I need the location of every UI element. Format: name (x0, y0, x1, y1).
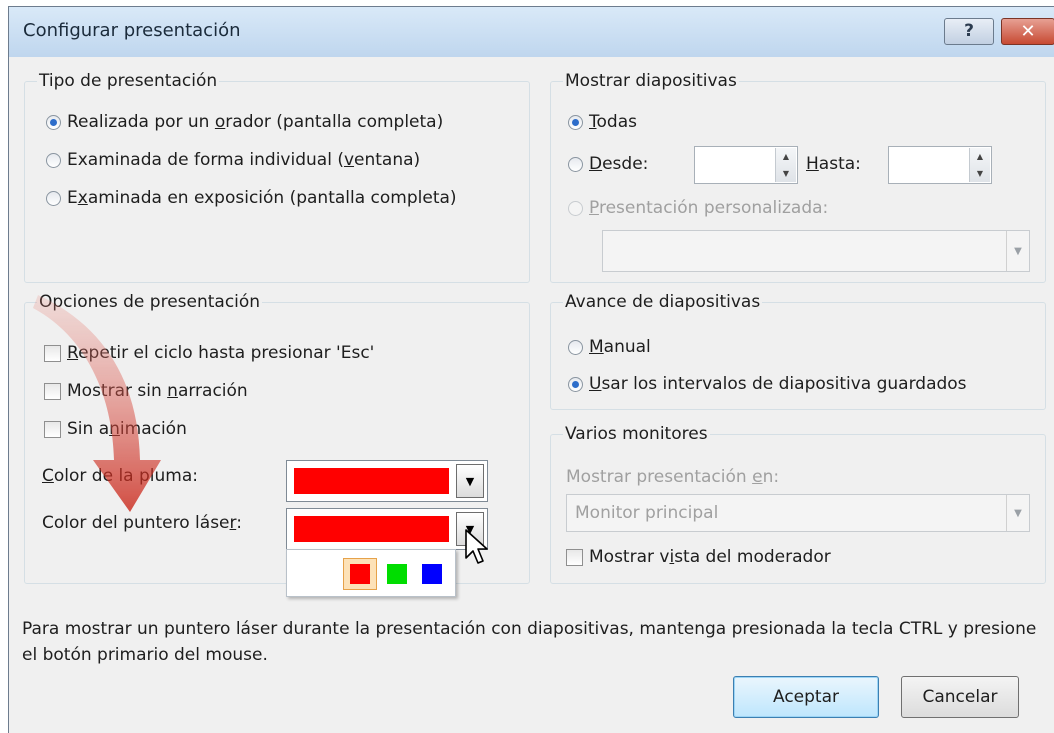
radio-todas[interactable]: Todas (568, 111, 637, 133)
ok-button-label: Aceptar (773, 687, 839, 707)
radio-examinada-individual-button[interactable] (46, 152, 61, 168)
pen-color-swatch (294, 468, 449, 494)
radio-desde[interactable]: Desde: (568, 153, 648, 175)
check-sin-narracion-box[interactable] (44, 382, 61, 400)
check-mostrar-vista-moderador-box[interactable] (566, 548, 583, 566)
pen-color-label: Color de la pluma: (42, 466, 198, 486)
radio-desde-label: Desde: (589, 154, 649, 174)
laser-pointer-info-text: Para mostrar un puntero láser durante la… (22, 619, 1037, 665)
mostrar-diapositivas-legend: Mostrar diapositivas (563, 71, 739, 91)
monitor-dropdown-value: Monitor principal (575, 503, 719, 523)
help-icon: ? (964, 21, 974, 41)
desde-spin-buttons[interactable]: ▲ ▼ (775, 148, 796, 182)
chevron-down-icon[interactable]: ▼ (1006, 495, 1029, 531)
help-button[interactable]: ? (944, 18, 994, 45)
radio-manual-button[interactable] (568, 339, 583, 355)
radio-examinada-exposicion-button[interactable] (46, 190, 61, 206)
desde-spinner[interactable]: ▲ ▼ (694, 146, 798, 184)
spin-down-icon[interactable]: ▼ (977, 169, 983, 178)
ok-button[interactable]: Aceptar (733, 676, 879, 718)
radio-todas-label: Todas (589, 112, 637, 132)
close-button[interactable]: ✕ (1001, 18, 1054, 45)
dialog-title: Configurar presentación (23, 20, 241, 41)
radio-realizada-orador-label: Realizada por un orador (pantalla comple… (67, 112, 444, 132)
hasta-label: Hasta: (806, 154, 861, 174)
tipo-presentacion-legend: Tipo de presentación (37, 71, 220, 91)
radio-examinada-exposicion[interactable]: Examinada en exposición (pantalla comple… (46, 187, 457, 209)
radio-realizada-orador-button[interactable] (46, 114, 61, 130)
cancel-button-label: Cancelar (922, 687, 998, 707)
radio-examinada-individual-label: Examinada de forma individual (ventana) (67, 150, 421, 170)
spin-down-icon[interactable]: ▼ (783, 169, 789, 178)
close-icon: ✕ (1020, 21, 1036, 42)
radio-usar-intervalos-button[interactable] (568, 376, 583, 392)
radio-manual[interactable]: Manual (568, 336, 651, 358)
radio-usar-intervalos-label: Usar los intervalos de diapositiva guard… (589, 374, 967, 394)
check-repetir-ciclo-box[interactable] (44, 344, 61, 362)
check-sin-narracion-label: Mostrar sin narración (67, 381, 248, 401)
chevron-down-icon[interactable]: ▼ (456, 512, 484, 546)
mostrar-presentacion-en-label: Mostrar presentación en: (566, 467, 780, 487)
laser-color-picker[interactable]: ▼ (286, 508, 488, 550)
check-sin-animacion-label: Sin animación (67, 419, 187, 439)
laser-color-label: Color del puntero láser: (42, 513, 242, 533)
laser-color-swatch (294, 516, 449, 542)
check-repetir-ciclo[interactable]: Repetir el ciclo hasta presionar 'Esc' (44, 342, 374, 364)
spin-up-icon[interactable]: ▲ (977, 152, 983, 161)
opciones-presentacion-legend: Opciones de presentación (37, 292, 263, 312)
monitor-dropdown[interactable]: Monitor principal ▼ (566, 494, 1030, 532)
radio-presentacion-personalizada-button[interactable] (568, 200, 583, 216)
spin-up-icon[interactable]: ▲ (783, 152, 789, 161)
radio-manual-label: Manual (589, 337, 651, 357)
pen-color-picker[interactable]: ▼ (286, 460, 488, 502)
chevron-down-icon[interactable]: ▼ (456, 464, 484, 498)
check-mostrar-vista-moderador-label: Mostrar vista del moderador (589, 547, 831, 567)
check-mostrar-vista-moderador[interactable]: Mostrar vista del moderador (566, 546, 831, 568)
radio-presentacion-personalizada[interactable]: Presentación personalizada: (568, 197, 828, 219)
radio-examinada-exposicion-label: Examinada en exposición (pantalla comple… (67, 188, 457, 208)
radio-todas-button[interactable] (568, 114, 583, 130)
check-repetir-ciclo-label: Repetir el ciclo hasta presionar 'Esc' (67, 343, 375, 363)
check-sin-animacion[interactable]: Sin animación (44, 418, 187, 440)
hasta-spinner[interactable]: ▲ ▼ (888, 146, 992, 184)
radio-realizada-orador[interactable]: Realizada por un orador (pantalla comple… (46, 111, 443, 133)
palette-color-blue[interactable] (422, 564, 442, 584)
varios-monitores-legend: Varios monitores (563, 424, 710, 444)
radio-examinada-individual[interactable]: Examinada de forma individual (ventana) (46, 149, 420, 171)
hasta-spin-buttons[interactable]: ▲ ▼ (969, 148, 990, 182)
radio-presentacion-personalizada-label: Presentación personalizada: (589, 198, 829, 218)
palette-color-green[interactable] (387, 564, 407, 584)
cancel-button[interactable]: Cancelar (901, 676, 1019, 718)
title-bar: Configurar presentación ? ✕ (9, 7, 1054, 57)
radio-usar-intervalos[interactable]: Usar los intervalos de diapositiva guard… (568, 373, 967, 395)
palette-color-red[interactable] (350, 564, 370, 584)
avance-diapositivas-legend: Avance de diapositivas (563, 292, 763, 312)
presentacion-personalizada-dropdown[interactable]: ▼ (602, 230, 1030, 272)
check-sin-narracion[interactable]: Mostrar sin narración (44, 380, 248, 402)
radio-desde-button[interactable] (568, 156, 583, 172)
chevron-down-icon[interactable]: ▼ (1006, 231, 1029, 271)
check-sin-animacion-box[interactable] (44, 420, 61, 438)
laser-color-palette (286, 549, 456, 597)
